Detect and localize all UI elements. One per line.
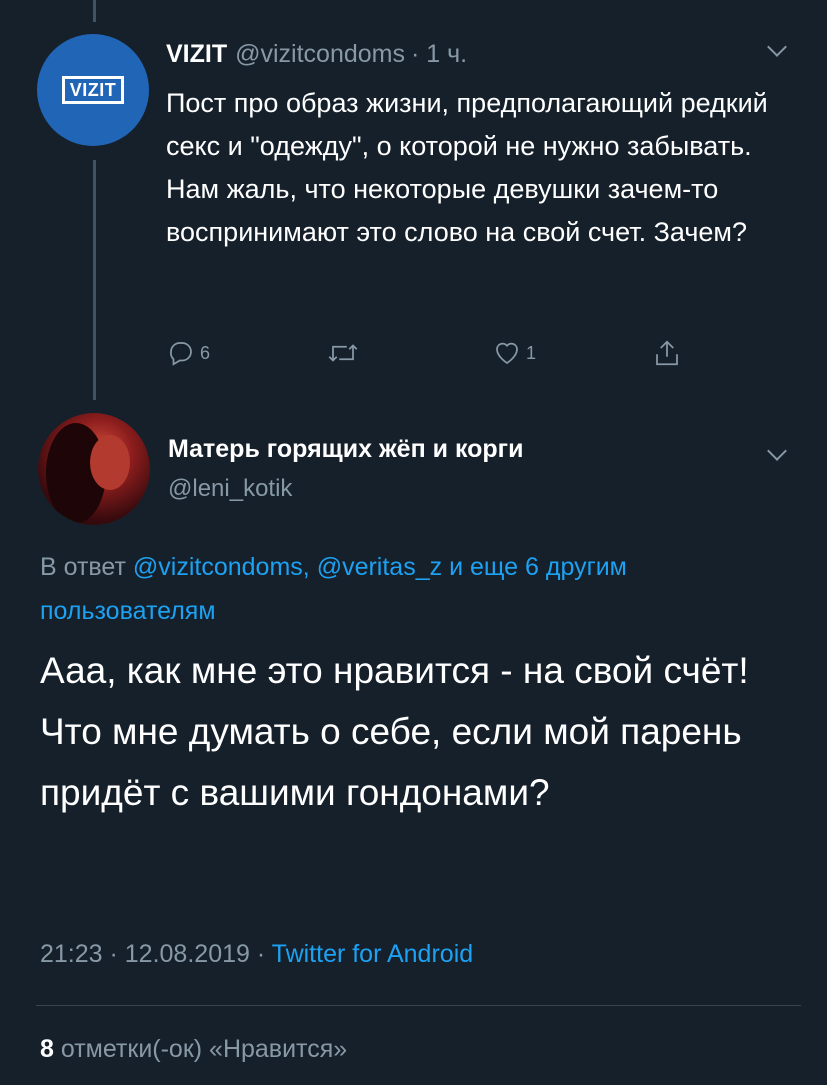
divider [36, 1005, 801, 1006]
tweet1-time: · 1 ч. [410, 40, 468, 68]
retweet-icon [328, 344, 358, 362]
share-icon [656, 340, 678, 366]
likes-label: отметки(-ок) «Нравится» [60, 1035, 348, 1063]
tweet1-display-name[interactable]: VIZIT [166, 40, 227, 68]
tweet2-handle[interactable]: @leni_kotik [168, 475, 292, 503]
mention-link[interactable]: @vizitcondoms, [133, 553, 310, 581]
reply-count: 6 [200, 342, 211, 363]
tweet2-text: Ааа, как мне это нравится - на свой счёт… [40, 650, 749, 813]
tweet1-text: Пост про образ жизни, предполагающий ред… [166, 88, 768, 247]
user-avatar[interactable] [38, 413, 150, 525]
likes-summary[interactable]: 8 отметки(-ок) «Нравится» [40, 1035, 347, 1064]
thread-line [93, 160, 96, 400]
reply-button[interactable]: 6 [166, 338, 210, 368]
thread-line-top [93, 0, 96, 22]
vizit-avatar[interactable]: VIZIT [37, 34, 149, 146]
share-button[interactable] [652, 338, 682, 368]
mention-link[interactable]: @veritas_z [317, 553, 442, 581]
like-button[interactable]: 1 [492, 338, 536, 368]
reply-prefix: В ответ [40, 553, 126, 581]
client-link[interactable]: Twitter for Android [272, 940, 473, 968]
likes-count: 8 [40, 1035, 54, 1063]
like-count: 1 [526, 342, 537, 363]
reply-context: В ответ @vizitcondoms, @veritas_z и еще … [40, 545, 760, 633]
tweet2-meta: 21:23 · 12.08.2019 · Twitter for Android [40, 940, 473, 969]
vizit-logo: VIZIT [61, 76, 125, 104]
tweet2-timestamp: 21:23 · 12.08.2019 · [40, 940, 266, 968]
tweet1-actions: 6 1 [166, 338, 726, 372]
tweet2-display-name[interactable]: Матерь горящих жёп и корги [168, 435, 523, 464]
retweet-button[interactable] [326, 338, 360, 368]
chevron-down-icon[interactable] [767, 441, 787, 461]
tweet1-handle[interactable]: @vizitcondoms [235, 40, 405, 68]
tweet1-header: VIZIT @vizitcondoms · 1 ч. [166, 40, 467, 69]
reply-icon [170, 342, 192, 366]
chevron-down-icon[interactable] [767, 37, 787, 57]
like-icon [496, 342, 518, 365]
